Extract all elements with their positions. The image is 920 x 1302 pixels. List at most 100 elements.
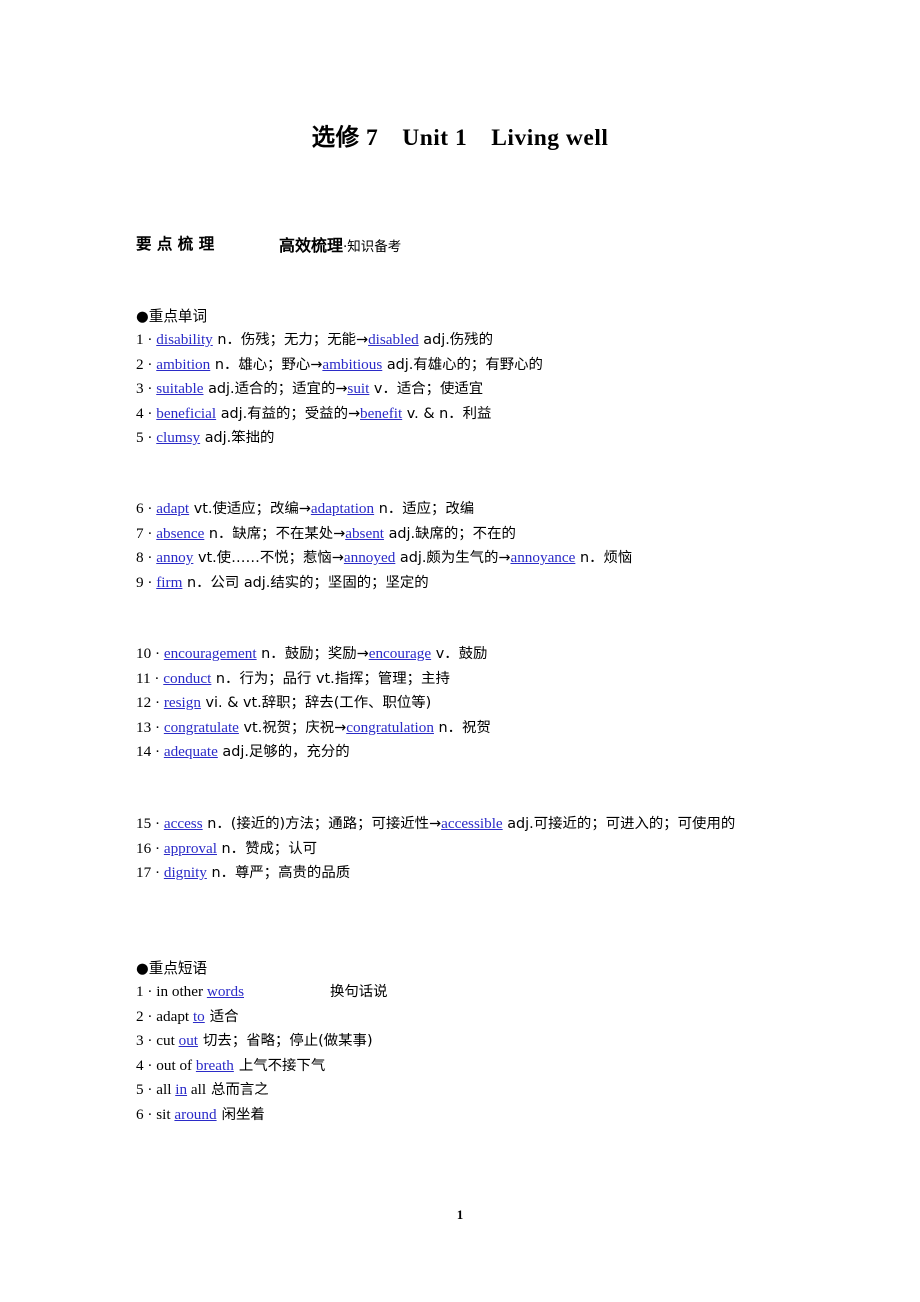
- entry-definition: 总而言之: [211, 1082, 269, 1098]
- vocabulary-word: around: [174, 1105, 217, 1123]
- word-entry: 15 · access n．(接近的)方法；通路；可接近性→accessible…: [136, 812, 796, 837]
- vocabulary-word: approval: [163, 839, 217, 857]
- entry-number: 8 ·: [136, 549, 157, 566]
- phrases-section: ●重点短语 1 · in other words 换句话说 2 · adapt t…: [136, 958, 796, 1127]
- phrase-entry: 6 · sit around 闲坐着: [136, 1103, 796, 1128]
- entry-number: 3 ·: [136, 1032, 157, 1049]
- phrase-entry: 3 · cut out 切去；省略；停止(做某事): [136, 1029, 796, 1054]
- vocabulary-word: ambition: [156, 355, 211, 373]
- phrase-text: cut: [156, 1032, 179, 1049]
- vocabulary-word: annoyance: [510, 549, 576, 566]
- entry-definition: vi. & vt.辞职；辞去(工作、职位等): [200, 695, 432, 711]
- entry-number: 5 ·: [136, 1081, 157, 1098]
- vocabulary-word: breath: [195, 1056, 234, 1074]
- vocabulary-word: conduct: [163, 669, 212, 687]
- entry-definition: adj.伤残的: [418, 332, 493, 348]
- word-entry: 9 · firm n．公司 adj.结实的；坚固的；坚定的: [136, 571, 796, 596]
- words-section-group-a: ●重点单词 1 · disability n．伤残；无力；无能→disabled…: [136, 306, 796, 451]
- vocabulary-word: accessible: [441, 815, 503, 832]
- document-page: 选修 7 Unit 1 Living well 要 点 梳 理 高效梳理·知识备…: [0, 0, 920, 1302]
- vocabulary-word: annoy: [156, 549, 194, 566]
- section-header: 要 点 梳 理 高效梳理·知识备考: [136, 232, 836, 258]
- phrase-entry: 4 · out of breath 上气不接下气: [136, 1054, 796, 1079]
- entry-number: 1 ·: [136, 983, 157, 1000]
- vocabulary-word: words: [206, 983, 244, 1000]
- word-entry: 10 · encouragement n．鼓励；奖励→encourage v．鼓…: [136, 642, 796, 667]
- word-entry: 5 · clumsy adj.笨拙的: [136, 426, 796, 451]
- entry-definition: n．伤残；无力；无能→: [212, 332, 369, 348]
- word-entry: 6 · adapt vt.使适应；改编→adaptation n．适应；改编: [136, 497, 796, 522]
- word-entry: 3 · suitable adj.适合的；适宜的→suit v．适合；使适宜: [136, 377, 796, 402]
- entry-definition: vt.祝贺；庆祝→: [238, 719, 347, 736]
- section-header-label: 要 点 梳 理: [136, 235, 215, 253]
- vocabulary-word: annoyed: [343, 549, 396, 566]
- section-header-subtitle: 高效梳理·知识备考: [279, 232, 401, 256]
- entry-definition: v．适合；使适宜: [369, 381, 484, 397]
- vocabulary-word: ambitious: [322, 355, 383, 373]
- entry-definition: adj.足够的，充分的: [217, 744, 350, 760]
- entry-number: 4 ·: [136, 1056, 157, 1074]
- vocabulary-word: congratulation: [346, 718, 434, 736]
- page-number: 1: [456, 1207, 464, 1222]
- entry-definition: vt.使适应；改编→: [189, 501, 311, 517]
- entry-definition: n．适应；改编: [374, 501, 475, 517]
- entry-definition: n．公司 adj.结实的；坚固的；坚定的: [182, 574, 429, 591]
- entry-number: 13 ·: [136, 718, 164, 736]
- entry-definition: n．鼓励；奖励→: [256, 646, 369, 662]
- entry-number: 17 ·: [136, 864, 164, 881]
- vocabulary-word: absence: [156, 524, 205, 542]
- vocabulary-word: clumsy: [156, 429, 201, 446]
- vocabulary-word: out: [178, 1032, 199, 1049]
- entry-number: 6 ·: [136, 500, 157, 517]
- entry-definition: adj.笨拙的: [200, 430, 275, 446]
- vocabulary-word: suit: [347, 380, 370, 397]
- vocabulary-word: adaptation: [310, 500, 375, 517]
- entry-definition: n．尊严；高贵的品质: [206, 865, 351, 881]
- entry-definition: adj.颇为生气的→: [395, 550, 511, 566]
- vocabulary-word: absent: [345, 524, 385, 542]
- entry-number: 10 ·: [136, 645, 164, 662]
- entry-number: 1 ·: [136, 331, 157, 348]
- entry-definition: v. & n．利益: [402, 405, 492, 422]
- word-entry: 11 · conduct n．行为；品行 vt.指挥；管理；主持: [136, 667, 796, 692]
- entry-definition: n．祝贺: [433, 719, 491, 736]
- vocabulary-word: disability: [156, 331, 213, 348]
- phrases-section-heading: ●重点短语: [136, 960, 208, 977]
- vocabulary-word: in: [175, 1081, 188, 1098]
- entry-number: 12 ·: [136, 694, 164, 711]
- vocabulary-word: firm: [156, 573, 183, 591]
- vocabulary-word: suitable: [156, 380, 204, 397]
- entry-number: 15 ·: [136, 815, 164, 832]
- entry-number: 16 ·: [136, 839, 164, 857]
- vocabulary-word: resign: [163, 694, 201, 711]
- vocabulary-word: to: [192, 1007, 205, 1025]
- entry-definition: 切去；省略；停止(做某事): [203, 1033, 373, 1049]
- vocabulary-word: dignity: [163, 864, 207, 881]
- vocabulary-word: benefit: [360, 404, 403, 422]
- words-section-group-c: 10 · encouragement n．鼓励；奖励→encourage v．鼓…: [136, 642, 796, 765]
- word-entry: 4 · beneficial adj.有益的；受益的→benefit v. & …: [136, 402, 796, 427]
- entry-number: 4 ·: [136, 404, 157, 422]
- entry-definition: n．行为；品行 vt.指挥；管理；主持: [211, 670, 450, 687]
- word-entry: 13 · congratulate vt.祝贺；庆祝→congratulatio…: [136, 716, 796, 741]
- words-section-group-b: 6 · adapt vt.使适应；改编→adaptation n．适应；改编 7…: [136, 497, 796, 595]
- phrase-text: in other: [156, 983, 207, 1000]
- entry-definition: n．赞成；认可: [216, 840, 318, 857]
- phrase-entry: 1 · in other words 换句话说: [136, 980, 796, 1005]
- entry-definition: n．雄心；野心→: [210, 356, 323, 373]
- words-section-group-d: 15 · access n．(接近的)方法；通路；可接近性→accessible…: [136, 812, 796, 886]
- entry-number: 11 ·: [136, 669, 164, 687]
- phrase-text: all: [187, 1081, 207, 1098]
- word-entry: 17 · dignity n．尊严；高贵的品质: [136, 861, 796, 886]
- entry-number: 5 ·: [136, 429, 157, 446]
- section-header-subtitle-tail: ·知识备考: [343, 239, 402, 255]
- entry-number: 6 ·: [136, 1105, 157, 1123]
- phrase-text: out of: [156, 1056, 196, 1074]
- entry-definition: 换句话说: [330, 984, 388, 1000]
- vocabulary-word: congratulate: [163, 718, 239, 736]
- vocabulary-word: adequate: [163, 743, 218, 760]
- entry-number: 9 ·: [136, 573, 157, 591]
- entry-definition: v．鼓励: [431, 646, 488, 662]
- page-title: 选修 7 Unit 1 Living well: [311, 125, 609, 151]
- word-entry: 8 · annoy vt.使……不悦；惹恼→annoyed adj.颇为生气的→…: [136, 546, 796, 571]
